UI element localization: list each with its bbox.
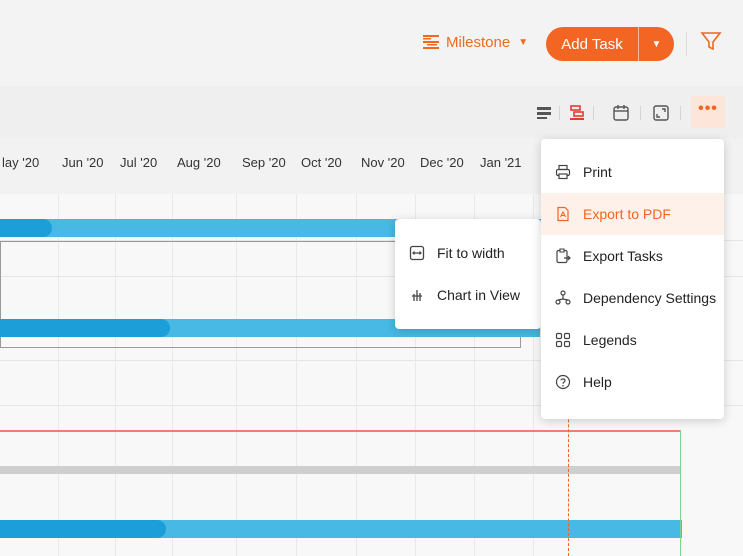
menu-item-help[interactable]: Help <box>541 361 724 403</box>
filter-icon[interactable] <box>700 30 722 52</box>
task-progress-bar[interactable] <box>0 219 52 237</box>
more-options-menu: Print Export to PDF Export Tasks Depende… <box>541 139 724 419</box>
month-label: Jul '20 <box>120 155 158 170</box>
task-progress-bar[interactable] <box>0 319 170 337</box>
deadline-line <box>680 430 681 556</box>
chart-in-view-icon <box>412 290 422 301</box>
month-label: Jun '20 <box>62 155 104 170</box>
add-task-button[interactable]: Add Task ▼ <box>546 27 674 61</box>
menu-item-label: Print <box>583 164 612 180</box>
more-options-icon[interactable]: ••• <box>691 96 725 128</box>
menu-item-dependency-settings[interactable]: Dependency Settings <box>541 277 724 319</box>
menu-item-chart-in-view[interactable]: Chart in View <box>395 274 541 316</box>
critical-task-line[interactable] <box>0 430 680 432</box>
menu-item-print[interactable]: Print <box>541 151 724 193</box>
expand-icon[interactable] <box>652 104 670 122</box>
toolbar-divider <box>686 32 687 56</box>
chevron-down-icon: ▼ <box>518 36 529 48</box>
menu-item-export-pdf[interactable]: Export to PDF <box>541 193 724 235</box>
baseline-icon[interactable] <box>535 104 553 122</box>
print-icon <box>555 164 571 180</box>
menu-item-label: Export to PDF <box>583 206 671 222</box>
month-label: Nov '20 <box>361 155 405 170</box>
menu-item-label: Export Tasks <box>583 248 663 264</box>
export-tasks-icon <box>556 248 571 264</box>
milestone-dropdown[interactable]: Milestone ▼ <box>422 33 528 51</box>
milestone-icon <box>423 35 439 49</box>
menu-item-label: Dependency Settings <box>583 290 717 306</box>
menu-item-label: Chart in View <box>437 287 521 303</box>
tool-divider <box>593 106 594 120</box>
view-options-menu: Fit to width Chart in View <box>395 219 541 329</box>
fit-width-icon <box>409 245 425 261</box>
menu-item-fit-to-width[interactable]: Fit to width <box>395 232 541 274</box>
menu-item-legends[interactable]: Legends <box>541 319 724 361</box>
month-label: Aug '20 <box>177 155 221 170</box>
month-label: Jan '21 <box>480 155 522 170</box>
add-task-label: Add Task <box>561 35 623 53</box>
month-label: Sep '20 <box>242 155 286 170</box>
month-label: lay '20 <box>2 155 40 170</box>
month-label: Dec '20 <box>420 155 464 170</box>
tool-divider <box>640 106 641 120</box>
milestone-label: Milestone <box>446 33 511 51</box>
month-label: Oct '20 <box>301 155 342 170</box>
pdf-icon <box>557 206 569 222</box>
dependency-icon <box>555 290 571 305</box>
help-icon <box>555 374 571 390</box>
menu-item-label: Fit to width <box>437 245 505 261</box>
menu-item-label: Legends <box>583 332 637 348</box>
tool-divider <box>680 106 681 120</box>
task-progress-bar[interactable] <box>0 520 166 538</box>
legends-icon <box>555 332 571 348</box>
gantt-toolbar <box>0 86 743 138</box>
tool-divider <box>559 106 560 120</box>
critical-path-icon[interactable] <box>568 104 586 122</box>
add-task-dropdown-icon[interactable]: ▼ <box>639 39 674 50</box>
menu-item-label: Help <box>583 374 612 390</box>
menu-item-export-tasks[interactable]: Export Tasks <box>541 235 724 277</box>
task-bar[interactable] <box>0 466 680 474</box>
calendar-icon[interactable] <box>612 104 630 122</box>
